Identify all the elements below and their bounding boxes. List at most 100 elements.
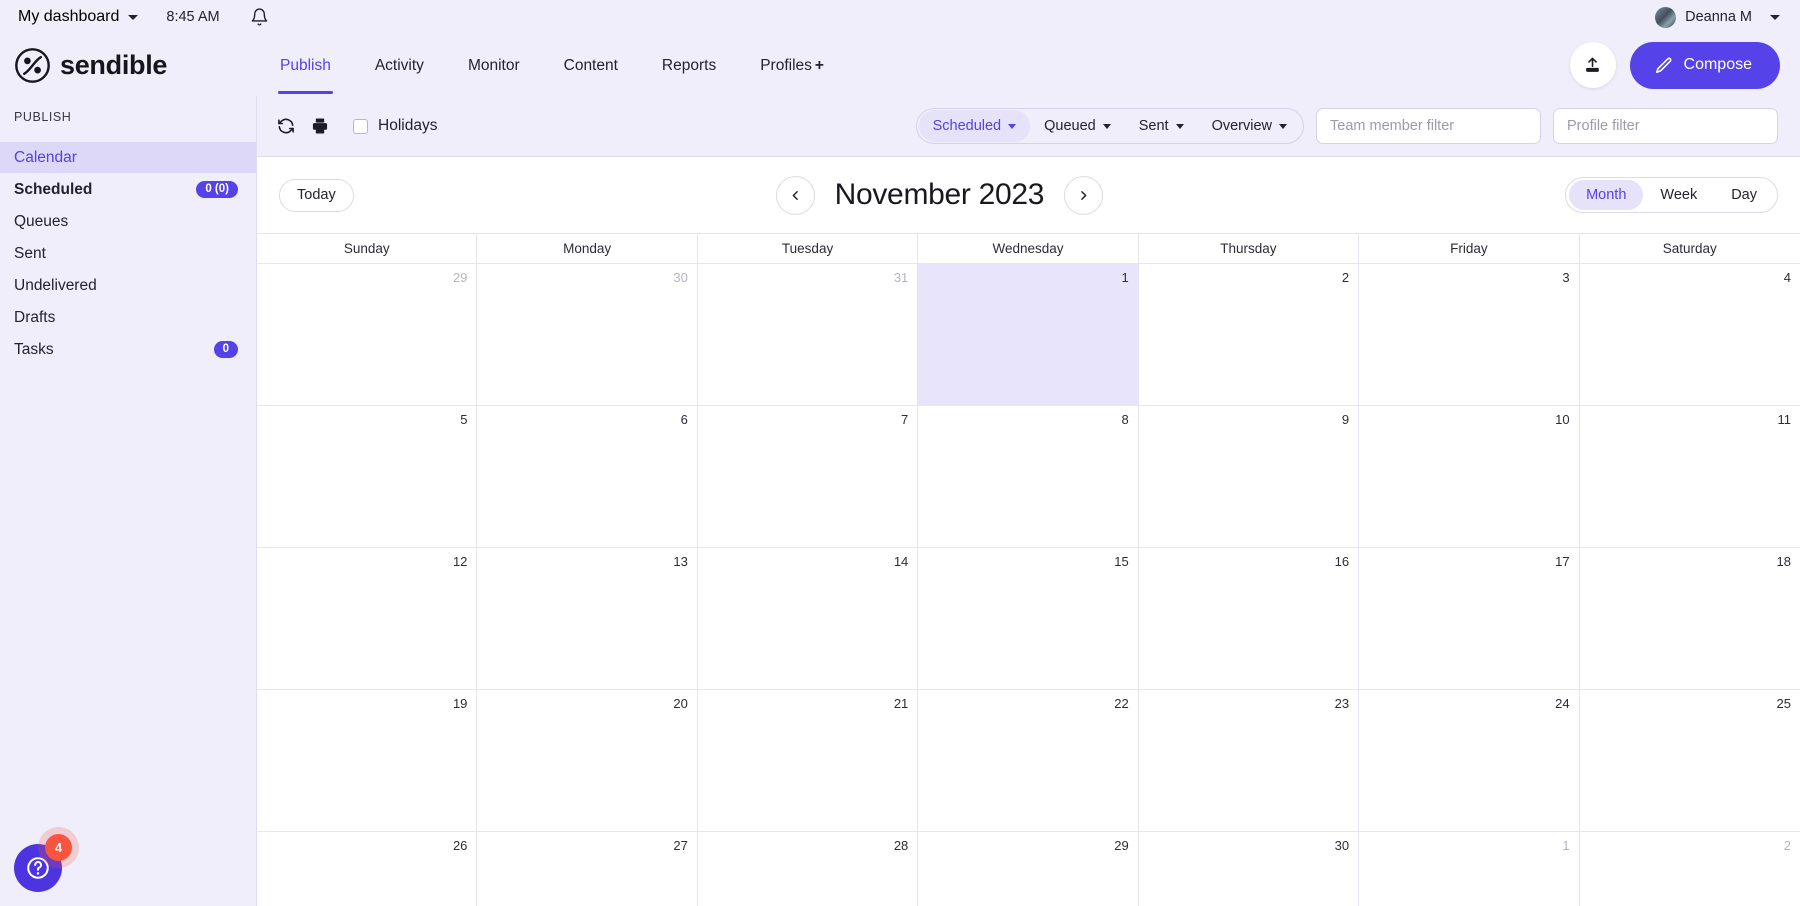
- calendar-day-cell[interactable]: 2: [1139, 264, 1360, 405]
- calendar-day-cell[interactable]: 21: [698, 690, 919, 831]
- calendar-week-row: 26 27 28 29 30 1 2: [257, 832, 1800, 906]
- day-number: 20: [673, 696, 688, 711]
- filter-queued[interactable]: Queued: [1030, 110, 1125, 142]
- holidays-checkbox[interactable]: [353, 118, 368, 134]
- chevron-down-icon: [1175, 123, 1184, 129]
- chevron-down-icon: [1008, 123, 1017, 129]
- calendar-day-cell[interactable]: 8: [918, 406, 1139, 547]
- sidebar-item-calendar[interactable]: Calendar: [0, 142, 256, 173]
- nav-item-reports[interactable]: Reports: [640, 37, 738, 94]
- next-month-button[interactable]: [1064, 175, 1104, 215]
- calendar-week-row: 19 20 21 22 23 24 25: [257, 690, 1800, 832]
- compose-button[interactable]: Compose: [1629, 41, 1780, 89]
- calendar-day-cell[interactable]: 5: [257, 406, 478, 547]
- user-menu[interactable]: Deanna M: [1655, 0, 1780, 34]
- view-day[interactable]: Day: [1714, 180, 1774, 210]
- nav-label: Activity: [374, 56, 424, 74]
- calendar-day-cell[interactable]: 12: [257, 548, 478, 689]
- brand-logo[interactable]: sendible: [14, 47, 258, 84]
- calendar-day-cell[interactable]: 31: [698, 264, 919, 405]
- day-number: 22: [1114, 696, 1129, 711]
- nav-label: Monitor: [467, 56, 520, 74]
- calendar-day-cell[interactable]: 2: [1580, 832, 1800, 906]
- nav-item-activity[interactable]: Activity: [353, 37, 446, 94]
- chevron-down-icon[interactable]: [128, 14, 139, 20]
- calendar-day-cell[interactable]: 23: [1139, 690, 1360, 831]
- calendar-day-cell[interactable]: 15: [918, 548, 1139, 689]
- calendar-day-cell[interactable]: 29: [257, 264, 478, 405]
- sidebar-item-undelivered[interactable]: Undelivered: [0, 270, 256, 301]
- sidebar-item-label: Sent: [14, 244, 46, 262]
- team-member-filter-input[interactable]: [1316, 108, 1541, 144]
- dashboard-selector-label[interactable]: My dashboard: [18, 8, 119, 26]
- calendar-day-cell[interactable]: 11: [1580, 406, 1800, 547]
- day-number: 27: [673, 838, 688, 853]
- calendar-day-cell[interactable]: 4: [1580, 264, 1800, 405]
- sidebar-item-sent[interactable]: Sent: [0, 238, 256, 269]
- brand-name: sendible: [60, 49, 168, 80]
- chevron-left-icon: [792, 190, 798, 200]
- day-number: 10: [1555, 412, 1570, 427]
- calendar-day-cell[interactable]: 26: [257, 832, 478, 906]
- status-badge: 0: [213, 340, 238, 359]
- filter-sent[interactable]: Sent: [1125, 110, 1198, 142]
- calendar-day-cell[interactable]: 13: [477, 548, 698, 689]
- calendar-grid: Sunday Monday Tuesday Wednesday Thursday…: [257, 233, 1800, 906]
- calendar-day-cell[interactable]: 18: [1580, 548, 1800, 689]
- upload-icon: [1586, 57, 1599, 72]
- sidebar-item-label: Scheduled: [14, 180, 93, 198]
- calendar-day-cell[interactable]: 27: [477, 832, 698, 906]
- profile-filter-input[interactable]: [1553, 108, 1778, 144]
- calendar-day-cell[interactable]: 19: [257, 690, 478, 831]
- calendar-title-group: November 2023: [314, 175, 1565, 215]
- day-number: 12: [452, 554, 468, 569]
- calendar-day-cell[interactable]: 6: [477, 406, 698, 547]
- nav-item-monitor[interactable]: Monitor: [446, 37, 542, 94]
- sidebar-item-tasks[interactable]: Tasks 0: [0, 334, 256, 365]
- calendar-day-cell[interactable]: 28: [698, 832, 919, 906]
- print-button[interactable]: [303, 109, 337, 143]
- chevron-down-icon: [1102, 123, 1111, 129]
- calendar-day-cell[interactable]: 1: [1359, 832, 1580, 906]
- calendar-day-cell[interactable]: 1: [918, 264, 1139, 405]
- holidays-checkbox-row[interactable]: Holidays: [353, 117, 437, 135]
- prev-month-button[interactable]: [775, 175, 815, 215]
- day-number: 30: [1334, 838, 1350, 853]
- upload-button[interactable]: [1569, 42, 1616, 88]
- filter-scheduled[interactable]: Scheduled: [918, 110, 1031, 142]
- calendar-day-cell[interactable]: 9: [1139, 406, 1360, 547]
- day-number: 18: [1776, 554, 1791, 569]
- view-month[interactable]: Month: [1569, 180, 1644, 210]
- calendar-day-cell[interactable]: 10: [1359, 406, 1580, 547]
- day-number: 3: [1562, 270, 1570, 285]
- calendar-day-cell[interactable]: 30: [1139, 832, 1360, 906]
- nav-item-profiles[interactable]: Profiles +: [738, 37, 846, 94]
- sidebar-item-scheduled[interactable]: Scheduled 0 (0): [0, 174, 256, 205]
- day-number: 16: [1334, 554, 1350, 569]
- bell-icon[interactable]: [250, 7, 269, 27]
- sidebar-item-drafts[interactable]: Drafts: [0, 302, 256, 333]
- nav-links: Publish Activity Monitor Content Reports…: [258, 37, 846, 94]
- refresh-button[interactable]: [269, 109, 303, 143]
- calendar-day-cell[interactable]: 22: [918, 690, 1139, 831]
- calendar-day-cell[interactable]: 20: [477, 690, 698, 831]
- nav-item-content[interactable]: Content: [542, 37, 640, 94]
- day-header: Saturday: [1662, 241, 1717, 256]
- calendar-day-cell[interactable]: 25: [1580, 690, 1800, 831]
- chevron-down-icon[interactable]: [1770, 14, 1780, 20]
- calendar-day-cell[interactable]: 7: [698, 406, 919, 547]
- view-week[interactable]: Week: [1643, 180, 1714, 210]
- calendar-day-cell[interactable]: 30: [477, 264, 698, 405]
- plus-icon[interactable]: +: [815, 57, 824, 74]
- calendar-day-cell[interactable]: 14: [698, 548, 919, 689]
- nav-item-publish[interactable]: Publish: [258, 37, 353, 94]
- calendar-day-cell[interactable]: 16: [1139, 548, 1360, 689]
- calendar-day-cell[interactable]: 17: [1359, 548, 1580, 689]
- calendar-day-cell[interactable]: 24: [1359, 690, 1580, 831]
- calendar-day-cell[interactable]: 3: [1359, 264, 1580, 405]
- sidebar-item-queues[interactable]: Queues: [0, 206, 256, 237]
- filter-overview[interactable]: Overview: [1198, 110, 1301, 142]
- calendar-day-cell[interactable]: 29: [918, 832, 1139, 906]
- help-widget[interactable]: 4: [14, 834, 72, 892]
- nav-label: Profiles: [760, 56, 812, 74]
